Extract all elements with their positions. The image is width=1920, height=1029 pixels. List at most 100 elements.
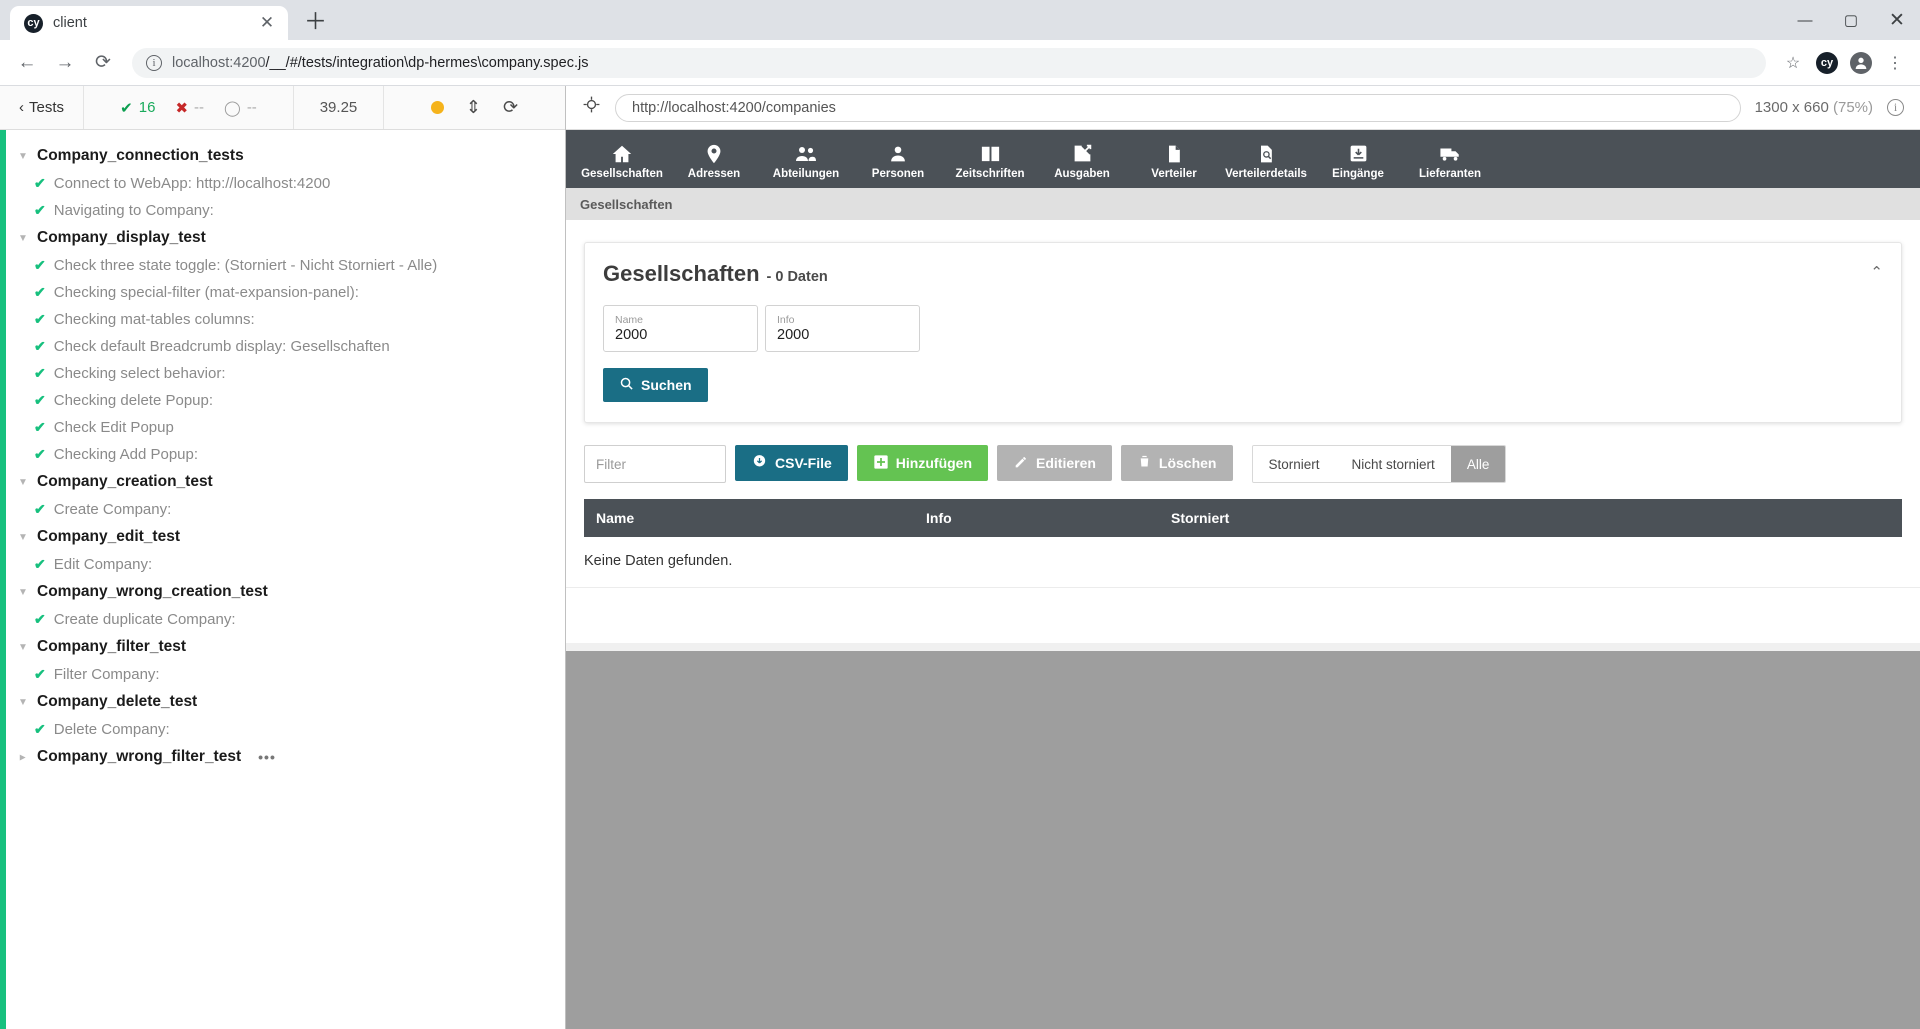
test-row[interactable]: ✔ Navigating to Company: (6, 197, 565, 224)
browser-tab[interactable]: cy client ✕ (10, 6, 288, 40)
address-bar-url: localhost:4200/__/#/tests/integration\dp… (172, 55, 588, 71)
profile-button[interactable] (1846, 48, 1876, 78)
test-suite-row[interactable]: ▼ Company_wrong_filter_test ••• (6, 743, 565, 771)
stat-passed-value: 16 (138, 99, 156, 116)
forward-icon[interactable]: → (48, 46, 82, 80)
suite-menu-icon[interactable]: ••• (258, 749, 276, 765)
nav-item-gesellschaften[interactable]: Gesellschaften (576, 130, 668, 188)
nav-item-ausgaben[interactable]: Ausgaben (1036, 130, 1128, 188)
tab-title: client (53, 15, 87, 31)
back-icon[interactable]: ← (10, 46, 44, 80)
test-suite-row[interactable]: ▼ Company_edit_test (6, 523, 565, 551)
nav-item-verteilerdetails[interactable]: Verteilerdetails (1220, 130, 1312, 188)
column-header-storniert[interactable]: Storniert (1159, 510, 1902, 526)
test-suite-row[interactable]: ▼ Company_wrong_creation_test (6, 578, 565, 606)
field-info[interactable]: Info (765, 305, 920, 352)
test-title: Filter Company: (53, 666, 160, 683)
field-name[interactable]: Name (603, 305, 758, 352)
test-row[interactable]: ✔ Filter Company: (6, 661, 565, 688)
test-suite-row[interactable]: ▼ Company_connection_tests (6, 142, 565, 170)
field-input[interactable] (615, 327, 746, 343)
test-suite-row[interactable]: ▼ Company_filter_test (6, 633, 565, 661)
test-row[interactable]: ✔ Check three state toggle: (Storniert - … (6, 252, 565, 279)
filter-input[interactable] (584, 445, 726, 483)
trash-icon (1137, 454, 1152, 472)
edit-button[interactable]: Editieren (997, 445, 1112, 481)
toggle-option-storniert[interactable]: Storniert (1252, 446, 1336, 482)
nav-item-adressen[interactable]: Adressen (668, 130, 760, 188)
app-content: ⌃ Gesellschaften - 0 Daten NameInfo (566, 220, 1920, 587)
magnifier-icon (619, 376, 634, 394)
test-row[interactable]: ✔ Create Company: (6, 496, 565, 523)
test-suite-row[interactable]: ▼ Company_creation_test (6, 468, 565, 496)
address-bar[interactable]: i localhost:4200/__/#/tests/integration\… (132, 47, 1766, 78)
close-window-icon[interactable]: ✕ (1874, 0, 1920, 40)
stat-passed: ✔ 16 (120, 99, 155, 117)
site-info-icon[interactable]: i (146, 54, 162, 71)
reporter-controls: ⇕ ⟳ (384, 86, 565, 129)
check-icon: ✔ (34, 311, 46, 327)
stat-pending-value: -- (246, 99, 257, 116)
nav-item-label: Abteilungen (772, 167, 840, 180)
test-row[interactable]: ✔ Check default Breadcrumb display: Gesel… (6, 333, 565, 360)
new-tab-button[interactable]: ＋ (304, 2, 327, 36)
column-header-name[interactable]: Name (584, 510, 914, 526)
cypress-extension-button[interactable]: cy (1812, 48, 1842, 78)
cypress-extension-icon: cy (1816, 51, 1838, 74)
nav-item-lieferanten[interactable]: Lieferanten (1404, 130, 1496, 188)
nav-item-label: Adressen (687, 167, 741, 180)
field-input[interactable] (777, 327, 908, 343)
maximize-icon[interactable]: ▢ (1828, 0, 1874, 40)
test-suite-name: Company_display_test (37, 229, 206, 246)
nav-item-verteiler[interactable]: Verteiler (1128, 130, 1220, 188)
delete-button-label: Löschen (1158, 455, 1217, 471)
toggle-option-alle[interactable]: Alle (1450, 446, 1506, 482)
nav-item-abteilungen[interactable]: Abteilungen (760, 130, 852, 188)
reload-icon[interactable]: ⟳ (86, 46, 120, 80)
minimize-icon[interactable]: — (1782, 0, 1828, 40)
test-row[interactable]: ✔ Checking Add Popup: (6, 441, 565, 468)
check-icon: ✔ (34, 365, 46, 381)
test-row[interactable]: ✔ Checking mat-tables columns: (6, 306, 565, 333)
test-row[interactable]: ✔ Checking select behavior: (6, 360, 565, 387)
chevron-up-icon[interactable]: ⌃ (1870, 263, 1883, 281)
test-row[interactable]: ✔ Check Edit Popup (6, 414, 565, 441)
test-list: ▼ Company_connection_tests ✔ Connect to Web… (0, 130, 565, 1029)
expand-collapse-icon[interactable]: ⇕ (466, 97, 481, 118)
test-title: Connect to WebApp: http://localhost:4200 (53, 175, 331, 192)
test-row[interactable]: ✔ Checking special-filter (mat-expansion-… (6, 279, 565, 306)
csv-file-button[interactable]: CSV-File (735, 445, 848, 481)
delete-button[interactable]: Löschen (1120, 445, 1233, 481)
test-row[interactable]: ✔ Checking delete Popup: (6, 387, 565, 414)
cross-icon: ✖ (175, 99, 189, 117)
url-path: /__/#/tests/integration\dp-hermes\compan… (265, 54, 589, 71)
search-button[interactable]: Suchen (603, 368, 708, 402)
duration: 39.25 (294, 86, 384, 129)
test-row[interactable]: ✔ Create duplicate Company: (6, 606, 565, 633)
test-row[interactable]: ✔ Connect to WebApp: http://localhost:420… (6, 170, 565, 197)
app-preview-pane: http://localhost:4200/companies 1300 x 6… (566, 86, 1920, 1029)
truck-icon (1438, 143, 1463, 165)
test-suite-name: Company_filter_test (37, 638, 187, 655)
test-suite-row[interactable]: ▼ Company_delete_test (6, 688, 565, 716)
nav-item-zeitschriften[interactable]: Zeitschriften (944, 130, 1036, 188)
status-toggle-group: Storniert Nicht storniert Alle (1251, 445, 1507, 483)
test-row[interactable]: ✔ Edit Company: (6, 551, 565, 578)
add-button[interactable]: Hinzufügen (856, 445, 989, 481)
test-suite-row[interactable]: ▼ Company_display_test (6, 224, 565, 252)
test-row[interactable]: ✔ Delete Company: (6, 716, 565, 743)
preview-url-bar[interactable]: http://localhost:4200/companies (615, 93, 1741, 122)
column-header-info[interactable]: Info (914, 510, 1159, 526)
close-icon[interactable]: ✕ (256, 13, 278, 33)
crosshair-icon[interactable] (582, 95, 601, 120)
chrome-menu-icon[interactable]: ⋮ (1880, 48, 1910, 78)
restart-icon[interactable]: ⟳ (503, 97, 518, 118)
nav-item-eingänge[interactable]: Eingänge (1312, 130, 1404, 188)
nav-item-personen[interactable]: Personen (852, 130, 944, 188)
bookmark-star-icon[interactable]: ☆ (1778, 48, 1808, 78)
toggle-option-nicht-storniert[interactable]: Nicht storniert (1335, 446, 1451, 482)
back-to-tests-button[interactable]: ‹ Tests (0, 86, 84, 129)
test-suite-name: Company_creation_test (37, 473, 213, 490)
browser-toolbar: ← → ⟳ i localhost:4200/__/#/tests/integr… (0, 40, 1920, 86)
info-icon[interactable]: i (1887, 99, 1904, 116)
